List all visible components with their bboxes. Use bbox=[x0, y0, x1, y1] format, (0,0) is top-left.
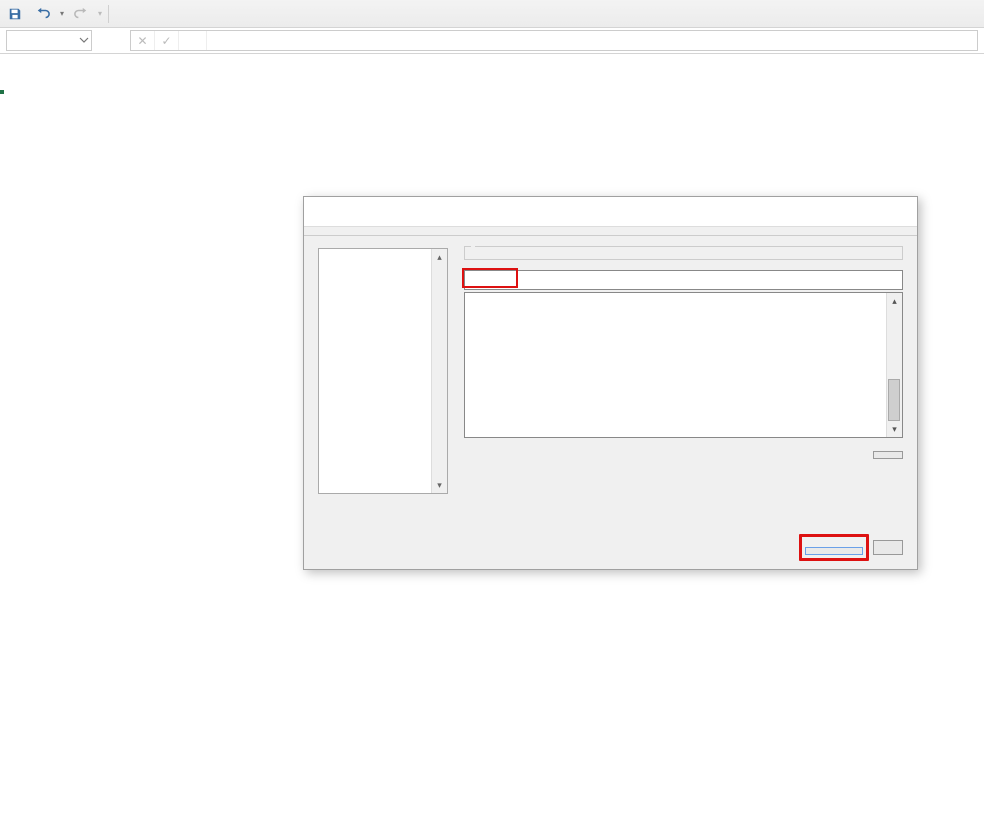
delete-button[interactable] bbox=[873, 451, 903, 459]
selection-border bbox=[0, 90, 4, 94]
redo-dropdown[interactable]: ▾ bbox=[98, 9, 102, 18]
format-cells-dialog: ▴ ▾ ▴ ▾ bbox=[303, 196, 918, 570]
undo-button[interactable] bbox=[32, 3, 54, 25]
redo-icon bbox=[74, 7, 88, 21]
dialog-tabs bbox=[304, 227, 917, 236]
name-box[interactable] bbox=[6, 30, 92, 51]
scroll-thumb[interactable] bbox=[888, 379, 900, 421]
type-input[interactable] bbox=[464, 270, 903, 290]
accept-formula-button[interactable]: ✓ bbox=[155, 31, 179, 50]
formula-input[interactable] bbox=[207, 34, 977, 48]
undo-dropdown[interactable]: ▾ bbox=[60, 9, 64, 18]
scrollbar[interactable]: ▴ ▾ bbox=[886, 293, 902, 437]
cancel-button[interactable] bbox=[873, 540, 903, 555]
separator bbox=[108, 5, 109, 23]
format-list[interactable]: ▴ ▾ bbox=[464, 292, 903, 438]
hint-text bbox=[304, 504, 917, 514]
fx-label[interactable] bbox=[179, 31, 207, 50]
x-icon: ✕ bbox=[137, 34, 147, 48]
save-button[interactable] bbox=[4, 3, 26, 25]
sample-box bbox=[464, 246, 903, 260]
cancel-formula-button[interactable]: ✕ bbox=[131, 31, 155, 50]
scrollbar[interactable]: ▴ ▾ bbox=[431, 249, 447, 493]
quick-access-toolbar: ▾ ▾ bbox=[0, 0, 984, 28]
help-button[interactable] bbox=[829, 197, 869, 227]
save-icon bbox=[8, 7, 22, 21]
scroll-up-icon[interactable]: ▴ bbox=[432, 249, 447, 265]
close-button[interactable] bbox=[869, 197, 909, 227]
scroll-down-icon[interactable]: ▾ bbox=[887, 421, 902, 437]
scroll-up-icon[interactable]: ▴ bbox=[887, 293, 902, 309]
scroll-down-icon[interactable]: ▾ bbox=[432, 477, 447, 493]
dialog-titlebar[interactable] bbox=[304, 197, 917, 227]
redo-button[interactable] bbox=[70, 3, 92, 25]
undo-icon bbox=[36, 7, 50, 21]
check-icon: ✓ bbox=[161, 34, 171, 48]
chevron-down-icon bbox=[79, 35, 89, 45]
ok-button[interactable] bbox=[805, 547, 863, 555]
formula-bar: ✕ ✓ bbox=[0, 28, 984, 54]
category-list[interactable]: ▴ ▾ bbox=[318, 248, 448, 494]
